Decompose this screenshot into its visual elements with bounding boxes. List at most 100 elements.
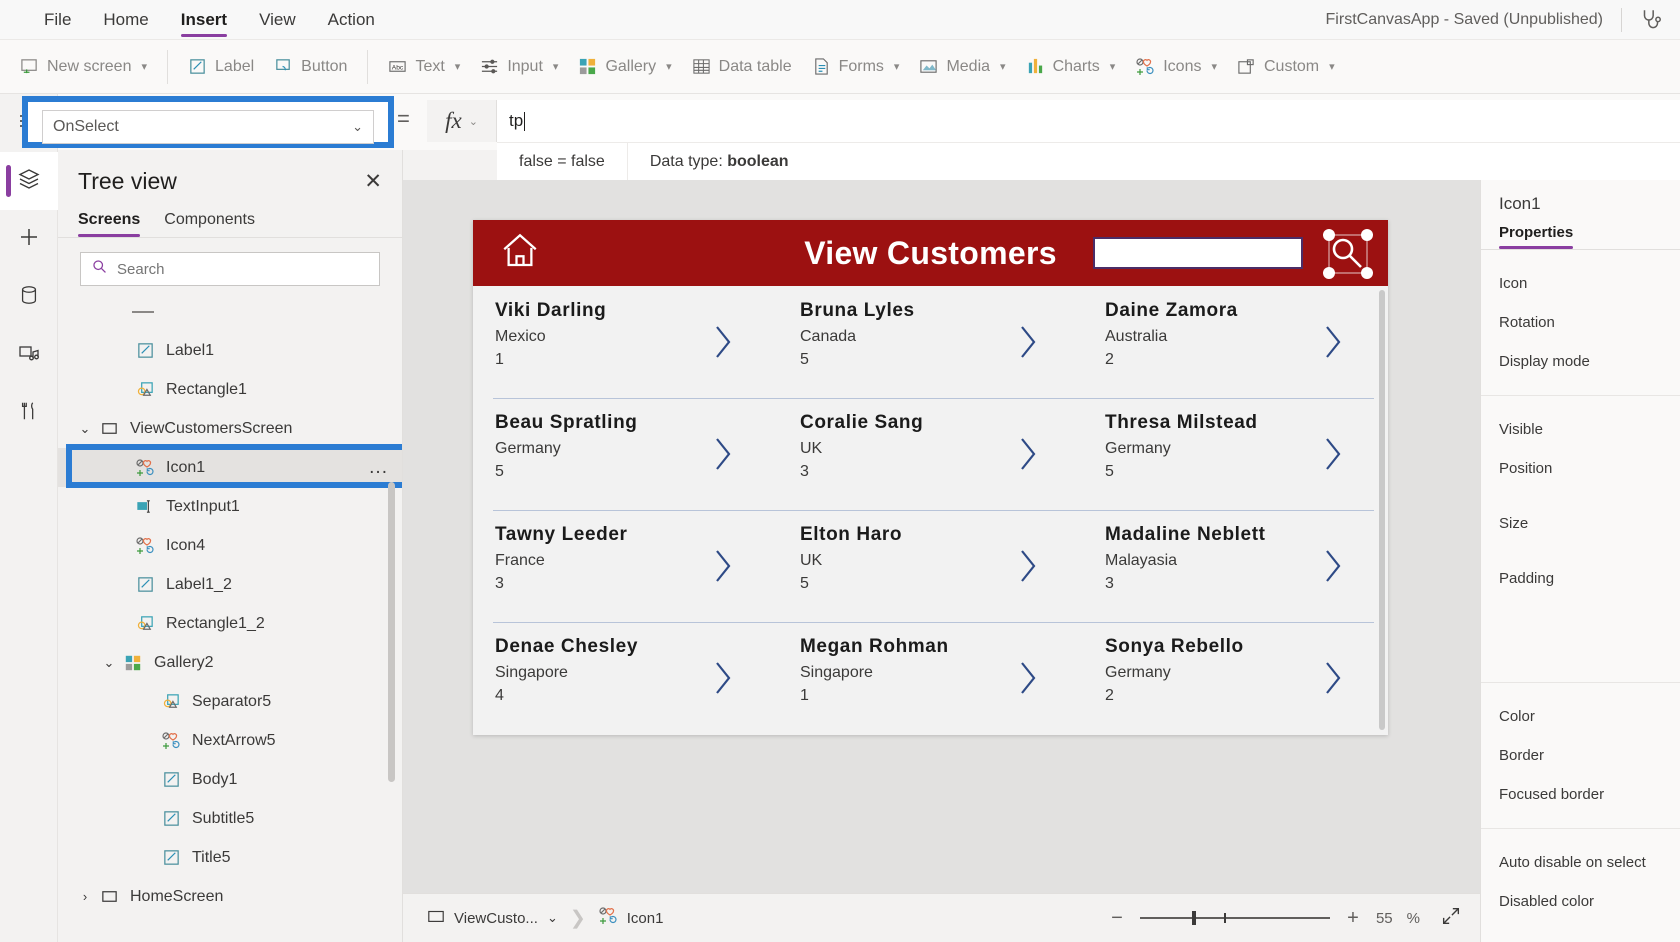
rail-insert-button[interactable] xyxy=(0,210,58,268)
app-search-icon-control[interactable] xyxy=(1318,224,1378,284)
ribbon-new-screen-button[interactable]: New screen ▾ xyxy=(10,51,157,82)
property-row-icon[interactable]: Icon xyxy=(1499,264,1680,303)
breadcrumb-screen[interactable]: ViewCusto... ⌄ xyxy=(403,907,558,929)
tree-item-partial[interactable] xyxy=(58,292,402,331)
property-row-position[interactable]: Position xyxy=(1499,449,1680,488)
more-options-icon[interactable]: ... xyxy=(369,458,388,476)
tree-search-box[interactable] xyxy=(80,252,380,286)
gallery-scrollbar[interactable] xyxy=(1379,290,1385,730)
close-icon[interactable]: ✕ xyxy=(364,171,382,192)
menu-item-view[interactable]: View xyxy=(245,0,310,40)
tab-components[interactable]: Components xyxy=(164,211,255,237)
gallery-row[interactable]: Tawny Leeder France 3 Elton Haro UK 5 Ma… xyxy=(473,510,1388,622)
property-row-focused-border[interactable]: Focused border xyxy=(1499,775,1680,814)
ribbon-label-button[interactable]: Label xyxy=(178,51,264,82)
gallery-item[interactable]: Elton Haro UK 5 xyxy=(778,510,1083,622)
gallery-item[interactable]: Bruna Lyles Canada 5 xyxy=(778,286,1083,398)
rail-data-button[interactable] xyxy=(0,268,58,326)
tree-item-homescreen[interactable]: › HomeScreen xyxy=(58,877,402,916)
ribbon-custom-button[interactable]: Custom ▾ xyxy=(1227,51,1345,82)
tree-item-rectangle1[interactable]: Rectangle1 xyxy=(58,370,402,409)
tree-item-viewcustomersscreen[interactable]: ⌄ ViewCustomersScreen xyxy=(58,409,402,448)
customers-gallery[interactable]: Viki Darling Mexico 1 Bruna Lyles Canada… xyxy=(473,286,1388,735)
zoom-in-button[interactable]: + xyxy=(1344,907,1362,930)
property-row-auto-disable[interactable]: Auto disable on select xyxy=(1499,843,1680,882)
tree-search-input[interactable] xyxy=(117,260,369,278)
tab-properties[interactable]: Properties xyxy=(1499,224,1574,249)
property-row-disabled-color[interactable]: Disabled color xyxy=(1499,882,1680,921)
next-arrow-icon[interactable] xyxy=(1017,324,1039,360)
menu-item-home[interactable]: Home xyxy=(89,0,162,40)
gallery-item[interactable]: Beau Spratling Germany 5 xyxy=(473,398,778,510)
next-arrow-icon[interactable] xyxy=(1322,324,1344,360)
ribbon-text-button[interactable]: Abc Text ▾ xyxy=(378,51,470,82)
property-selector-dropdown[interactable]: OnSelect ⌄ xyxy=(42,110,374,144)
tree-item-rectangle1-2[interactable]: Rectangle1_2 xyxy=(58,604,402,643)
next-arrow-icon[interactable] xyxy=(712,548,734,584)
property-row-visible[interactable]: Visible xyxy=(1499,410,1680,449)
next-arrow-icon[interactable] xyxy=(712,324,734,360)
menu-item-insert[interactable]: Insert xyxy=(167,0,241,40)
tree-item-title5[interactable]: Title5 xyxy=(58,838,402,877)
gallery-item[interactable]: Viki Darling Mexico 1 xyxy=(473,286,778,398)
tree-item-label1[interactable]: Label1 xyxy=(58,331,402,370)
next-arrow-icon[interactable] xyxy=(1322,660,1344,696)
gallery-item[interactable]: Thresa Milstead Germany 5 xyxy=(1083,398,1388,510)
gallery-item[interactable]: Coralie Sang UK 3 xyxy=(778,398,1083,510)
menu-item-action[interactable]: Action xyxy=(314,0,389,40)
tree-scrollbar[interactable] xyxy=(388,482,395,782)
ribbon-media-button[interactable]: Media ▾ xyxy=(909,51,1015,82)
breadcrumb-control[interactable]: Icon1 xyxy=(598,906,663,930)
formula-input[interactable]: tp xyxy=(497,100,1680,142)
property-row-size[interactable]: Size xyxy=(1499,504,1680,543)
ribbon-forms-button[interactable]: Forms ▾ xyxy=(802,51,910,82)
gallery-item[interactable]: Denae Chesley Singapore 4 xyxy=(473,622,778,734)
next-arrow-icon[interactable] xyxy=(1017,436,1039,472)
next-arrow-icon[interactable] xyxy=(1017,660,1039,696)
app-header-bar[interactable]: View Customers xyxy=(473,220,1388,286)
gallery-item[interactable]: Daine Zamora Australia 2 xyxy=(1083,286,1388,398)
rail-tools-button[interactable] xyxy=(0,384,58,442)
ribbon-button-button[interactable]: Button xyxy=(264,51,357,82)
chevron-down-icon[interactable]: ⌄ xyxy=(74,421,96,437)
ribbon-gallery-button[interactable]: Gallery ▾ xyxy=(568,51,681,82)
gallery-item[interactable]: Tawny Leeder France 3 xyxy=(473,510,778,622)
tree-item-textinput1[interactable]: TextInput1 xyxy=(58,487,402,526)
property-row-color[interactable]: Color xyxy=(1499,697,1680,736)
next-arrow-icon[interactable] xyxy=(712,660,734,696)
fx-button[interactable]: fx ⌄ xyxy=(427,100,497,142)
menu-item-file[interactable]: File xyxy=(30,0,85,40)
chevron-right-icon[interactable]: › xyxy=(74,889,96,904)
gallery-row[interactable]: Viki Darling Mexico 1 Bruna Lyles Canada… xyxy=(473,286,1388,398)
tree-item-nextarrow5[interactable]: NextArrow5 xyxy=(58,721,402,760)
app-screen-preview[interactable]: View Customers Viki Darling Mexico 1 Bru… xyxy=(473,220,1388,735)
next-arrow-icon[interactable] xyxy=(1017,548,1039,584)
tab-screens[interactable]: Screens xyxy=(78,211,141,237)
tree-item-gallery2[interactable]: ⌄ Gallery2 xyxy=(58,643,402,682)
gallery-item[interactable]: Megan Rohman Singapore 1 xyxy=(778,622,1083,734)
chevron-down-icon[interactable]: ⌄ xyxy=(98,655,120,671)
tree-item-separator5[interactable]: Separator5 xyxy=(58,682,402,721)
next-arrow-icon[interactable] xyxy=(712,436,734,472)
property-row-rotation[interactable]: Rotation xyxy=(1499,303,1680,342)
rail-tree-view-button[interactable] xyxy=(0,152,58,210)
canvas-area[interactable]: View Customers Viki Darling Mexico 1 Bru… xyxy=(403,180,1480,893)
tree-item-body1[interactable]: Body1 xyxy=(58,760,402,799)
rail-media-button[interactable] xyxy=(0,326,58,384)
ribbon-icons-button[interactable]: Icons ▾ xyxy=(1125,51,1227,83)
gallery-row[interactable]: Denae Chesley Singapore 4 Megan Rohman S… xyxy=(473,622,1388,734)
tree-item-subtitle5[interactable]: Subtitle5 xyxy=(58,799,402,838)
fit-screen-icon[interactable] xyxy=(1434,905,1462,932)
zoom-slider-thumb[interactable] xyxy=(1191,911,1196,925)
app-checker-icon[interactable] xyxy=(1622,0,1680,40)
gallery-row[interactable]: Beau Spratling Germany 5 Coralie Sang UK… xyxy=(473,398,1388,510)
app-search-textinput[interactable] xyxy=(1093,237,1303,269)
ribbon-data-table-button[interactable]: Data table xyxy=(682,51,802,82)
tree-item-icon4[interactable]: Icon4 xyxy=(58,526,402,565)
gallery-item[interactable]: Madaline Neblett Malayasia 3 xyxy=(1083,510,1388,622)
ribbon-input-button[interactable]: Input ▾ xyxy=(470,51,568,82)
property-row-display-mode[interactable]: Display mode xyxy=(1499,342,1680,381)
ribbon-charts-button[interactable]: Charts ▾ xyxy=(1016,51,1126,82)
tree-item-label1-2[interactable]: Label1_2 xyxy=(58,565,402,604)
next-arrow-icon[interactable] xyxy=(1322,548,1344,584)
